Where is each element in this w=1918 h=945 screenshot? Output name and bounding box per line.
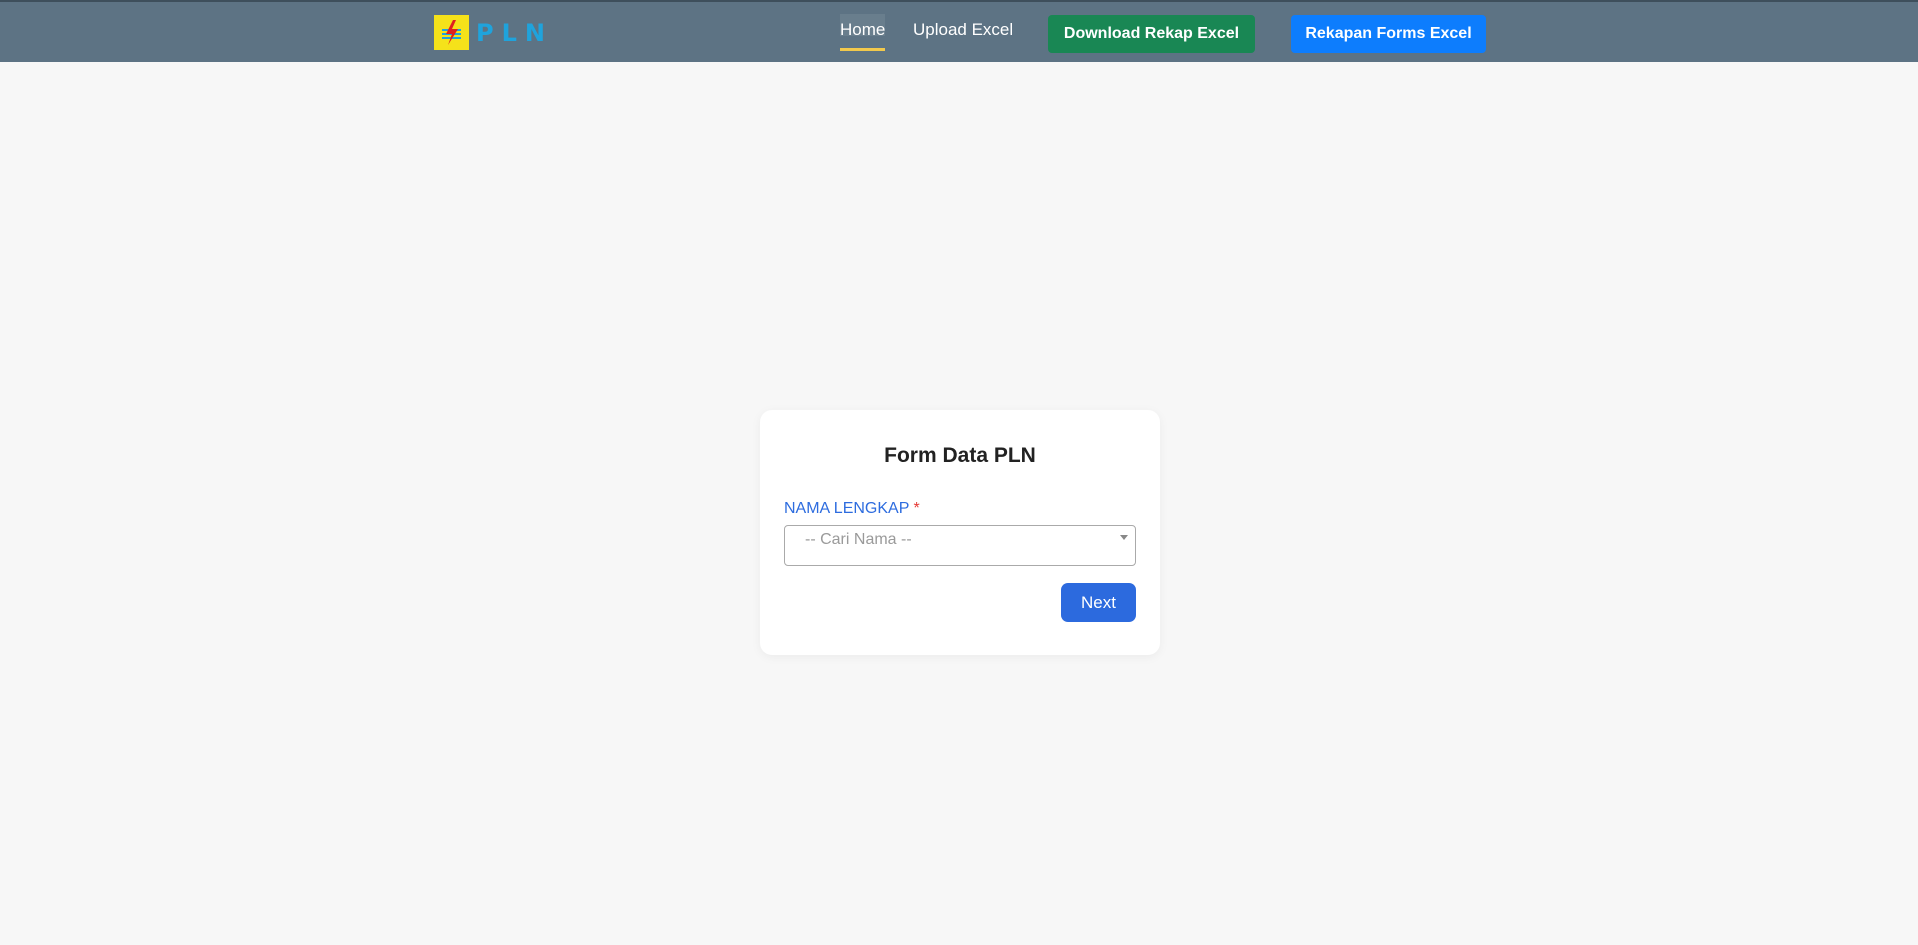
brand-name: PLN [476,18,553,47]
nav-upload-excel-link[interactable]: Upload Excel [913,20,1013,40]
download-rekap-excel-label: Download Rekap Excel [1063,25,1240,42]
brand-logo[interactable]: PLN [434,15,553,50]
nama-lengkap-label: NAMA LENGKAP * [784,500,920,518]
nama-lengkap-select[interactable]: -- Cari Nama -- [784,525,1136,566]
next-button[interactable]: Next [1061,583,1136,622]
top-navbar: PLN Home Upload Excel Download Rekap Exc… [0,0,1918,62]
pln-lightning-logo-icon [434,15,469,50]
nav-home-link[interactable]: Home [840,20,886,51]
nama-lengkap-label-text: NAMA LENGKAP [784,500,910,517]
chevron-down-icon [1120,535,1128,540]
download-rekap-excel-button[interactable]: Download Rekap Excel [1048,15,1255,53]
rekapan-forms-excel-button[interactable]: Rekapan Forms Excel [1291,15,1486,53]
rekapan-forms-excel-label: Rekapan Forms Excel [1305,25,1472,42]
nama-lengkap-placeholder: -- Cari Nama -- [805,531,912,548]
required-marker: * [913,500,920,517]
form-card: Form Data PLN NAMA LENGKAP * -- Cari Nam… [760,410,1160,655]
form-title: Form Data PLN [884,444,1036,467]
next-button-label: Next [1081,592,1116,612]
